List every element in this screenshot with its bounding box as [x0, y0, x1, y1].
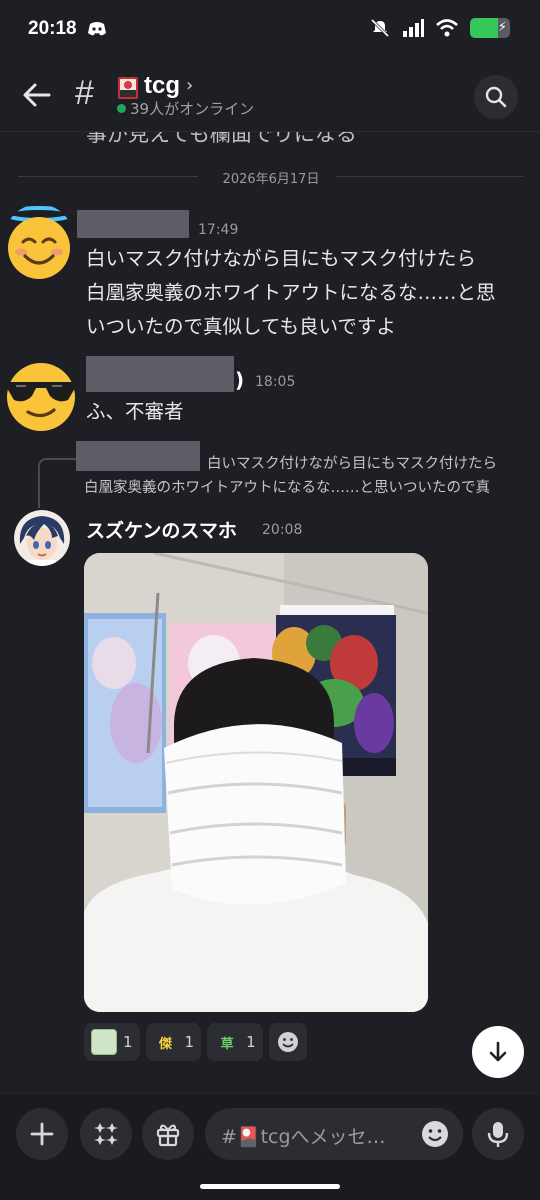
message-line: いついたので真似しても良いですよ: [86, 315, 396, 338]
gift-icon: [156, 1124, 180, 1147]
date-label: 2026年6月17日: [222, 172, 320, 187]
mute-icon: [370, 18, 390, 38]
image-attachment[interactable]: [84, 553, 428, 1012]
reply-connector: [38, 458, 76, 508]
message-line: 白凰家奥義のホワイトアウトになるな……と思: [86, 281, 496, 304]
search-button[interactable]: [474, 75, 518, 119]
attach-button[interactable]: [16, 1108, 68, 1160]
plus-icon: [30, 1122, 54, 1146]
voice-message-button[interactable]: [472, 1108, 524, 1160]
gift-button[interactable]: [142, 1108, 194, 1160]
apps-sparkle-icon: [94, 1123, 118, 1145]
status-icons: ⚡: [370, 18, 510, 38]
charging-icon: ⚡: [497, 20, 507, 35]
reaction-chip[interactable]: 草 1: [207, 1023, 263, 1061]
microphone-icon: [487, 1122, 509, 1147]
back-arrow-icon[interactable]: [22, 80, 52, 110]
message-input-placeholder: #🎴tcgへメッセ…: [221, 1126, 386, 1148]
search-icon: [485, 86, 507, 108]
avatar-anime[interactable]: [14, 510, 70, 566]
channel-hash-icon: #: [75, 74, 94, 112]
smiley-icon: [277, 1032, 298, 1052]
date-divider: 2026年6月17日: [18, 167, 524, 187]
channel-header: # tcg › 39人がオンライン: [0, 62, 540, 132]
reaction-count: 1: [246, 1033, 256, 1051]
redacted-username[interactable]: [77, 210, 189, 238]
arrow-down-icon: [489, 1041, 507, 1062]
wifi-icon: [436, 19, 458, 37]
home-indicator[interactable]: [200, 1184, 340, 1189]
online-status-dot: [117, 104, 126, 113]
status-time: 20:18: [28, 18, 77, 39]
username-suffix[interactable]: ): [235, 368, 244, 392]
kusa-reaction-icon: 草: [220, 1036, 234, 1052]
redacted-reply-username[interactable]: [76, 441, 200, 471]
add-reaction-button[interactable]: [268, 1023, 307, 1061]
message-input[interactable]: #🎴tcgへメッセ…: [205, 1108, 463, 1160]
redacted-username[interactable]: [86, 356, 234, 392]
message-text: ふ、不審者: [86, 400, 184, 423]
reply-preview-line[interactable]: 白凰家奥義のホワイトアウトになるな……と思いついたので真: [84, 474, 490, 503]
status-bar: 20:18 ⚡: [0, 0, 540, 62]
reaction-chip[interactable]: 傑 1: [145, 1023, 202, 1061]
online-count: 39人がオンライン: [130, 100, 255, 118]
divider-line-right: [336, 176, 524, 177]
message-author[interactable]: スズケンのスマホ: [86, 516, 237, 543]
kanji-reaction-icon: 傑: [159, 1036, 173, 1052]
anime-face-reaction-icon: [91, 1029, 117, 1055]
battery-fill: [470, 18, 498, 38]
message-timestamp: 20:08: [262, 522, 303, 538]
emoji-picker-icon[interactable]: [421, 1120, 449, 1148]
message-line: 白いマスク付けながら目にもマスク付けたら: [86, 247, 477, 270]
flower-card-icon: [118, 77, 138, 99]
discord-notification-icon: [88, 22, 106, 36]
message-timestamp: 17:49: [198, 222, 239, 238]
message-text: 白いマスク付けながら目にもマスク付けたら 白凰家奥義のホワイトアウトになるな………: [86, 242, 496, 344]
chevron-right-icon[interactable]: ›: [186, 75, 193, 96]
avatar-sunglasses-emoji[interactable]: [2, 356, 80, 434]
photo-masked-person: [84, 553, 428, 1012]
battery-icon: ⚡: [470, 18, 510, 38]
avatar-halo-emoji[interactable]: [3, 204, 75, 280]
channel-name[interactable]: tcg: [144, 72, 180, 100]
reaction-count: 1: [123, 1033, 133, 1051]
reaction-chip[interactable]: 1: [84, 1023, 140, 1061]
message-timestamp: 18:05: [255, 374, 296, 390]
apps-button[interactable]: [80, 1108, 132, 1160]
signal-icon: [403, 19, 424, 37]
reaction-bar: 1 傑 1 草 1: [84, 1023, 307, 1061]
reaction-count: 1: [184, 1033, 195, 1051]
jump-to-present-button[interactable]: [472, 1026, 524, 1078]
